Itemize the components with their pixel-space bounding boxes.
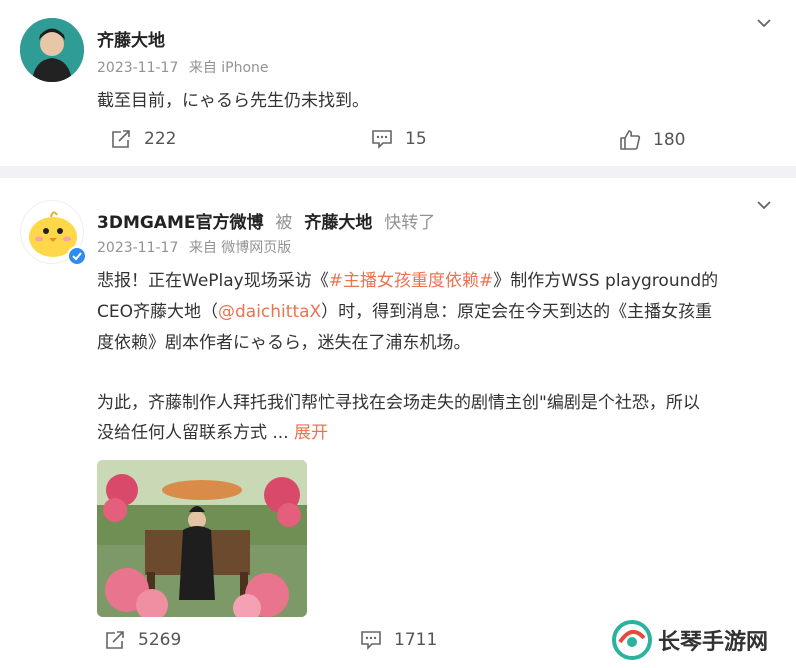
post-time[interactable]: 2023-11-17 [97,60,178,76]
post-text-line-1: 悲报！正在WePlay现场采访《#主播女孩重度依赖#》制作方WSS playgr… [97,266,718,297]
repost-count: 222 [144,129,177,149]
post-meta: 2023-11-17 来自 微博网页版 [97,237,291,257]
text-segment: CEO齐藤大地（ [97,302,218,322]
feed-divider [0,166,796,178]
chevron-down-icon[interactable] [755,14,773,32]
watermark-text: 长琴手游网 [658,630,769,655]
author-avatar[interactable] [20,18,84,82]
mention-link[interactable]: @daichittaX [218,302,321,322]
hashtag-link[interactable]: #主播女孩重度依赖# [329,271,494,291]
author-name[interactable]: 3DMGAME官方微博 [97,213,264,233]
comment-count: 1711 [394,630,438,650]
like-icon [620,130,641,150]
text-segment: 悲报！正在WePlay现场采访《 [97,271,329,291]
post-card-1: 齐藤大地 2023-11-17 来自 iPhone 截至目前，にゃるら先生仍未找… [0,0,796,166]
repost-icon [112,130,130,148]
post-image[interactable] [97,460,307,617]
comment-icon [372,130,392,149]
author-line: 3DMGAME官方微博 被 齐藤大地 快转了 [97,208,435,233]
site-watermark: 长琴手游网 [612,620,768,660]
post-text-line-2: CEO齐藤大地（@daichittaX）时，得到消息：原定会在今天到达的《主播女… [97,297,712,328]
author-name[interactable]: 齐藤大地 [97,26,165,51]
post-text-line-5: 没给任何人留联系方式 ... 展开 [97,418,328,449]
post-time[interactable]: 2023-11-17 [97,240,178,256]
text-segment: 没给任何人留联系方式 ... [97,423,295,443]
post-card-2: 3DMGAME官方微博 被 齐藤大地 快转了 2023-11-17 来自 微博网… [0,178,796,668]
post-text: 截至目前，にゃるら先生仍未找到。 [97,91,369,111]
text-segment: ）时，得到消息：原定会在今天到达的《主播女孩重 [321,302,713,322]
repost-button[interactable]: 222 [110,129,176,149]
post-meta: 2023-11-17 来自 iPhone [97,57,269,77]
avatar-photo [20,18,84,82]
watermark-logo-icon [612,620,652,660]
repost-button[interactable]: 5269 [104,630,181,650]
repost-icon [106,631,124,649]
verified-badge-icon [67,246,87,266]
garden-photo [97,460,307,617]
via-author-name[interactable]: 齐藤大地 [304,213,372,233]
comment-count: 15 [405,129,427,149]
expand-link[interactable]: 展开 [294,423,328,443]
like-button[interactable]: 180 [619,129,685,151]
post-text-line-4: 为此，齐藤制作人拜托我们帮忙寻找在会场走失的剧情主创"编剧是个社恐，所以 [97,393,700,413]
comment-button[interactable]: 1711 [360,630,437,650]
via-word: 被 [275,213,293,233]
post-source: 来自 微博网页版 [188,240,292,256]
post-source: 来自 iPhone [188,60,269,76]
comment-button[interactable]: 15 [371,129,427,149]
like-count: 180 [653,130,686,150]
chevron-down-icon[interactable] [755,196,773,214]
via-action: 快转了 [384,213,436,233]
text-segment: 》制作方WSS playground的 [493,271,719,291]
repost-count: 5269 [138,630,182,650]
comment-icon [361,631,381,650]
post-text-line-3: 度依赖》剧本作者にゃるら，迷失在了浦东机场。 [97,333,471,353]
